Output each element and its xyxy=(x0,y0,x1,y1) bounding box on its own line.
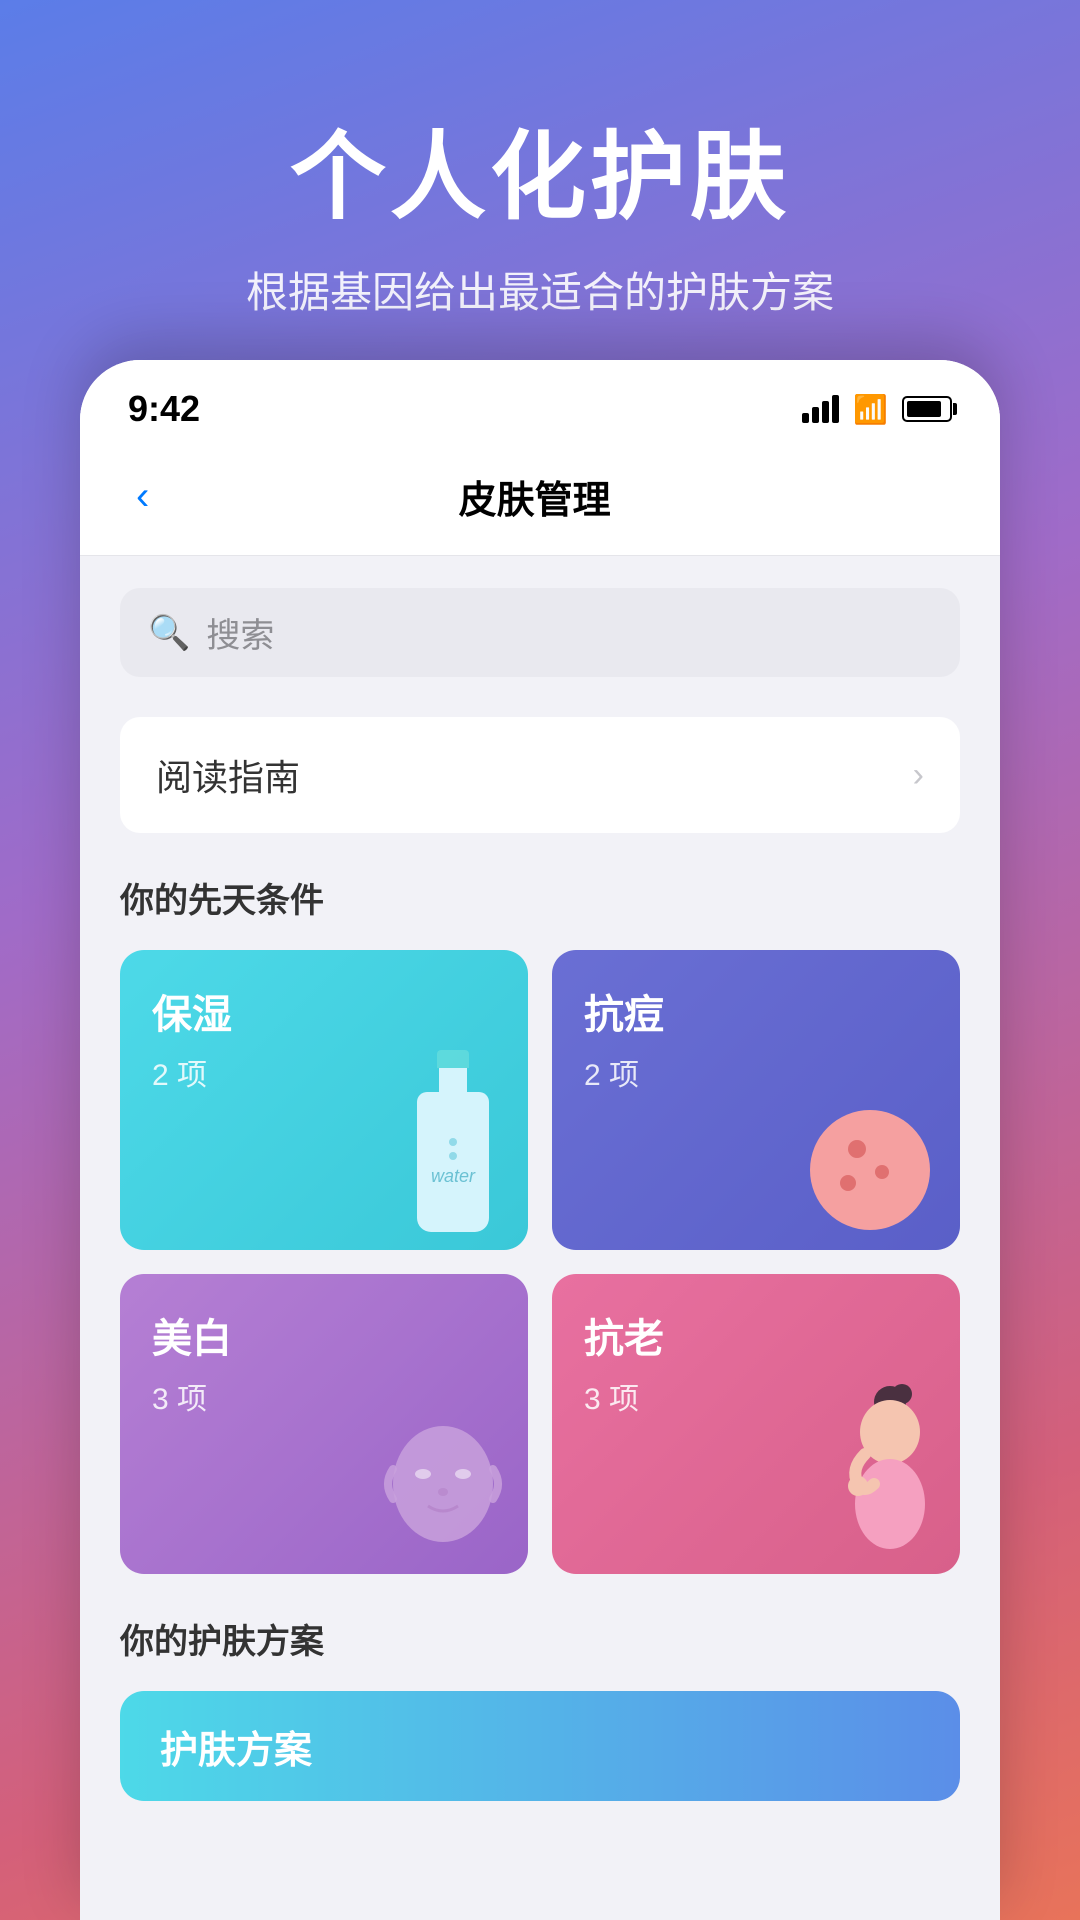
cards-grid: 保湿 2 项 water 抗痘 xyxy=(120,950,960,1574)
nav-bar: ‹ 皮肤管理 xyxy=(80,442,1000,556)
face-illustration xyxy=(810,1110,930,1230)
card-antiaging[interactable]: 抗老 3 项 xyxy=(552,1274,960,1574)
signal-icon xyxy=(802,395,839,423)
phone-container: 9:42 📶 ‹ 皮肤管理 🔍 xyxy=(80,360,1000,1920)
search-icon: 🔍 xyxy=(148,613,190,653)
card-moisturize[interactable]: 保湿 2 项 water xyxy=(120,950,528,1250)
status-bar: 9:42 📶 xyxy=(80,360,1000,442)
person-illustration xyxy=(830,1374,940,1574)
card-antiaging-title: 抗老 xyxy=(584,1306,928,1364)
search-bar[interactable]: 🔍 搜索 xyxy=(120,588,960,677)
skincare-plan-card[interactable]: 护肤方案 xyxy=(120,1691,960,1801)
hero-title: 个人化护肤 xyxy=(0,120,1080,235)
search-placeholder-text: 搜索 xyxy=(206,608,274,657)
back-button[interactable]: ‹ xyxy=(128,466,157,527)
card-whitening-title: 美白 xyxy=(152,1306,496,1364)
content-area: 🔍 搜索 阅读指南 › 你的先天条件 保湿 2 项 xyxy=(80,556,1000,1833)
bottle-illustration: water xyxy=(408,1050,498,1250)
wifi-icon: 📶 xyxy=(853,393,888,426)
hero-section: 个人化护肤 根据基因给出最适合的护肤方案 xyxy=(0,0,1080,380)
card-acne-count: 2 项 xyxy=(584,1050,928,1094)
guide-chevron-icon: › xyxy=(913,756,924,795)
card-whitening-count: 3 项 xyxy=(152,1374,496,1418)
card-whitening[interactable]: 美白 3 项 xyxy=(120,1274,528,1574)
hero-subtitle: 根据基因给出最适合的护肤方案 xyxy=(0,259,1080,320)
nav-title: 皮肤管理 xyxy=(157,469,912,524)
skincare-section-label: 你的护肤方案 xyxy=(120,1614,960,1663)
card-moisturize-title: 保湿 xyxy=(152,982,496,1040)
status-time: 9:42 xyxy=(128,388,200,430)
phone-screen: 9:42 📶 ‹ 皮肤管理 🔍 xyxy=(80,360,1000,1920)
skincare-card-title: 护肤方案 xyxy=(160,1719,312,1774)
innate-section-label: 你的先天条件 xyxy=(120,873,960,922)
mask-illustration xyxy=(378,1424,508,1554)
guide-section[interactable]: 阅读指南 › xyxy=(120,717,960,833)
guide-title: 阅读指南 xyxy=(156,749,300,801)
card-acne[interactable]: 抗痘 2 项 xyxy=(552,950,960,1250)
battery-icon xyxy=(902,396,952,422)
status-icons: 📶 xyxy=(802,393,952,426)
card-acne-title: 抗痘 xyxy=(584,982,928,1040)
